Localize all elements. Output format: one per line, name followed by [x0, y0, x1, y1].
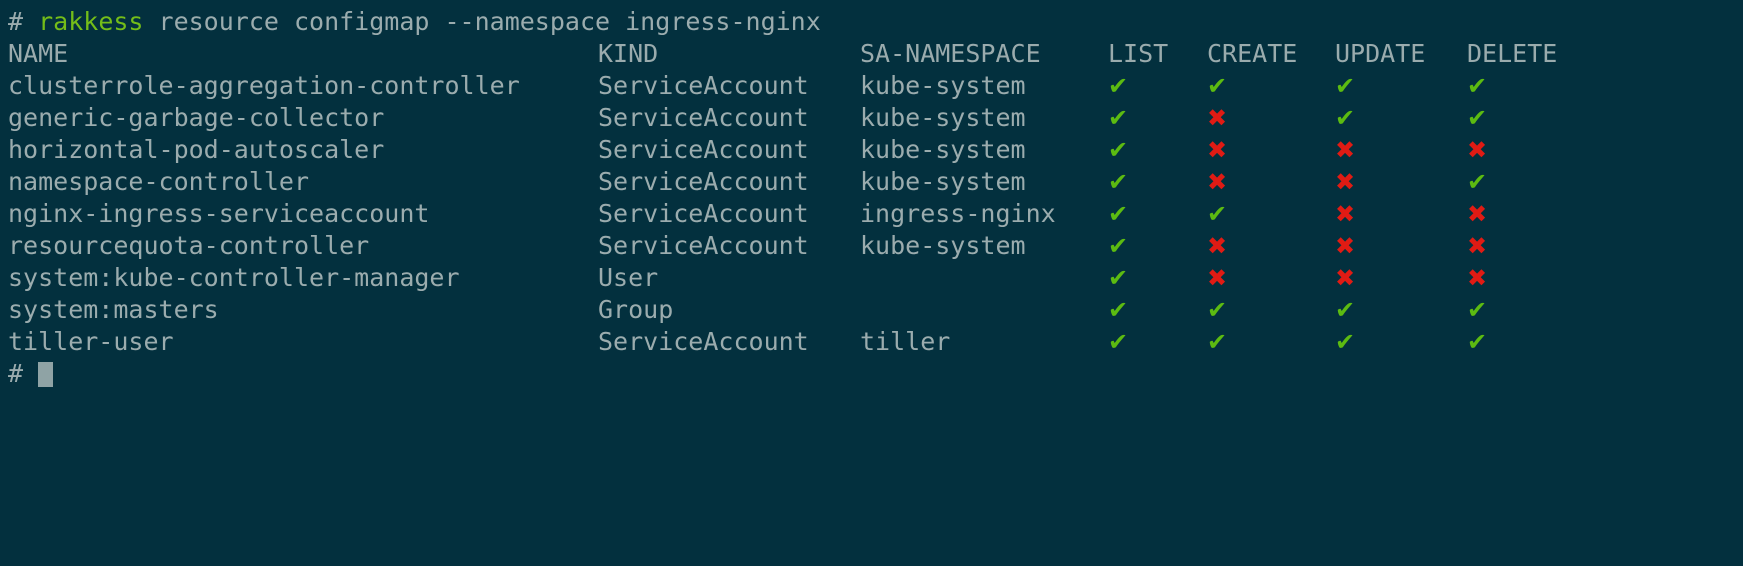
- command-arguments: resource configmap --namespace ingress-n…: [143, 7, 821, 36]
- denied-icon-create: ✖: [1207, 168, 1228, 196]
- cell-name: resourcequota-controller: [8, 231, 370, 260]
- column-header-delete: DELETE: [1467, 39, 1558, 68]
- allowed-icon-list: ✔: [1108, 200, 1129, 228]
- cell-sa-namespace: kube-system: [860, 71, 1026, 100]
- cell-sa-namespace: tiller: [860, 327, 951, 356]
- cell-name: tiller-user: [8, 327, 174, 356]
- table-row: namespace-controller ServiceAccount kube-s…: [8, 166, 1743, 198]
- denied-icon-create: ✖: [1207, 232, 1228, 260]
- cell-name: horizontal-pod-autoscaler: [8, 135, 385, 164]
- column-header-name: NAME: [8, 39, 69, 68]
- cell-sa-namespace: kube-system: [860, 231, 1026, 260]
- shell-prompt: #: [8, 7, 39, 36]
- cell-name: nginx-ingress-serviceaccount: [8, 199, 430, 228]
- allowed-icon-delete: ✔: [1467, 72, 1488, 100]
- allowed-icon-create: ✔: [1207, 296, 1228, 324]
- column-header-sa-namespace: SA-NAMESPACE: [860, 39, 1041, 68]
- allowed-icon-update: ✔: [1335, 72, 1356, 100]
- allowed-icon-list: ✔: [1108, 136, 1129, 164]
- allowed-icon-list: ✔: [1108, 104, 1129, 132]
- denied-icon-create: ✖: [1207, 264, 1228, 292]
- allowed-icon-create: ✔: [1207, 200, 1228, 228]
- cell-kind: Group: [598, 295, 674, 324]
- column-header-list: LIST: [1108, 39, 1169, 68]
- command-program-name: rakkess: [38, 7, 144, 36]
- cell-name: system:masters: [8, 295, 219, 324]
- allowed-icon-list: ✔: [1108, 328, 1129, 356]
- table-row: system:masters Group ✔ ✔ ✔ ✔: [8, 294, 1743, 326]
- denied-icon-update: ✖: [1335, 232, 1356, 260]
- command-line: # rakkess resource configmap --namespace…: [8, 6, 1743, 38]
- terminal-window[interactable]: # rakkess resource configmap --namespace…: [0, 0, 1743, 566]
- allowed-icon-list: ✔: [1108, 232, 1129, 260]
- allowed-icon-list: ✔: [1108, 168, 1129, 196]
- denied-icon-create: ✖: [1207, 136, 1228, 164]
- column-header-kind: KIND: [598, 39, 659, 68]
- cell-sa-namespace: kube-system: [860, 135, 1026, 164]
- denied-icon-create: ✖: [1207, 104, 1228, 132]
- table-row: clusterrole-aggregation-controller Servic…: [8, 70, 1743, 102]
- table-row: horizontal-pod-autoscaler ServiceAccount k…: [8, 134, 1743, 166]
- column-header-update: UPDATE: [1335, 39, 1426, 68]
- cell-kind: ServiceAccount: [598, 199, 809, 228]
- denied-icon-update: ✖: [1335, 264, 1356, 292]
- cell-kind: ServiceAccount: [598, 167, 809, 196]
- allowed-icon-update: ✔: [1335, 104, 1356, 132]
- allowed-icon-update: ✔: [1335, 296, 1356, 324]
- allowed-icon-delete: ✔: [1467, 168, 1488, 196]
- denied-icon-update: ✖: [1335, 136, 1356, 164]
- text-cursor[interactable]: [38, 362, 54, 387]
- table-row: generic-garbage-collector ServiceAccount k…: [8, 102, 1743, 134]
- denied-icon-update: ✖: [1335, 168, 1356, 196]
- table-row: system:kube-controller-manager User ✔ ✖ ✖ ✖: [8, 262, 1743, 294]
- table-header-row: NAME KIND SA-NAMESPACE LIST CREATE UPDATE DELE…: [8, 38, 1743, 70]
- cell-kind: User: [598, 263, 659, 292]
- allowed-icon-list: ✔: [1108, 264, 1129, 292]
- cell-name: namespace-controller: [8, 167, 310, 196]
- cell-kind: ServiceAccount: [598, 103, 809, 132]
- column-header-create: CREATE: [1207, 39, 1298, 68]
- allowed-icon-update: ✔: [1335, 328, 1356, 356]
- denied-icon-delete: ✖: [1467, 232, 1488, 260]
- allowed-icon-create: ✔: [1207, 328, 1228, 356]
- allowed-icon-list: ✔: [1108, 72, 1129, 100]
- shell-prompt-final: #: [8, 359, 39, 388]
- cell-name: clusterrole-aggregation-controller: [8, 71, 520, 100]
- table-row: tiller-user ServiceAccount tiller ✔ ✔ ✔ ✔: [8, 326, 1743, 358]
- cell-kind: ServiceAccount: [598, 135, 809, 164]
- denied-icon-update: ✖: [1335, 200, 1356, 228]
- table-body: clusterrole-aggregation-controller Servic…: [8, 70, 1743, 358]
- allowed-icon-delete: ✔: [1467, 328, 1488, 356]
- cell-name: generic-garbage-collector: [8, 103, 385, 132]
- table-row: resourcequota-controller ServiceAccount ku…: [8, 230, 1743, 262]
- allowed-icon-delete: ✔: [1467, 296, 1488, 324]
- final-prompt-line: #: [8, 358, 1743, 390]
- cell-name: system:kube-controller-manager: [8, 263, 460, 292]
- cell-kind: ServiceAccount: [598, 327, 809, 356]
- denied-icon-delete: ✖: [1467, 200, 1488, 228]
- cell-sa-namespace: kube-system: [860, 167, 1026, 196]
- allowed-icon-create: ✔: [1207, 72, 1228, 100]
- table-row: nginx-ingress-serviceaccount ServiceAccou…: [8, 198, 1743, 230]
- denied-icon-delete: ✖: [1467, 136, 1488, 164]
- cell-kind: ServiceAccount: [598, 71, 809, 100]
- allowed-icon-list: ✔: [1108, 296, 1129, 324]
- cell-sa-namespace: ingress-nginx: [860, 199, 1056, 228]
- cell-sa-namespace: kube-system: [860, 103, 1026, 132]
- denied-icon-delete: ✖: [1467, 264, 1488, 292]
- allowed-icon-delete: ✔: [1467, 104, 1488, 132]
- cell-kind: ServiceAccount: [598, 231, 809, 260]
